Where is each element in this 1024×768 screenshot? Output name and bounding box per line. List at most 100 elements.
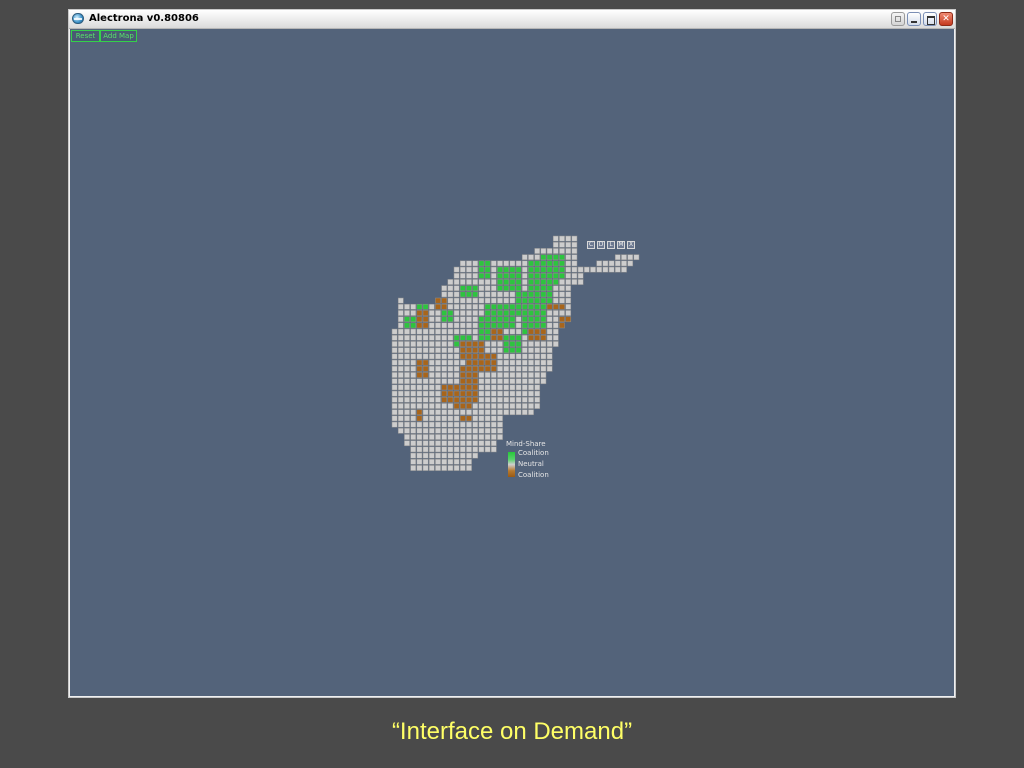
grid-cell-opposition[interactable] [484,359,491,366]
grid-cell-neutral[interactable] [596,260,603,267]
grid-cell-neutral[interactable] [521,334,528,341]
grid-cell-opposition[interactable] [447,384,454,391]
grid-cell-opposition[interactable] [472,384,479,391]
grid-cell-neutral[interactable] [441,440,448,447]
grid-cell-neutral[interactable] [466,303,472,310]
grid-cell-opposition[interactable] [459,372,466,378]
grid-cell-coalition[interactable] [534,291,541,298]
grid-cell-neutral[interactable] [521,359,528,366]
grid-cell-neutral[interactable] [540,353,547,360]
grid-cell-opposition[interactable] [466,365,472,372]
grid-cell-opposition[interactable] [422,365,429,372]
grid-cell-neutral[interactable] [509,384,516,391]
grid-cell-neutral[interactable] [435,452,441,459]
grid-cell-neutral[interactable] [484,415,491,422]
grid-cell-neutral[interactable] [397,316,404,323]
grid-cell-neutral[interactable] [466,458,472,465]
grid-cell-opposition[interactable] [559,316,565,323]
grid-cell-neutral[interactable] [397,334,404,341]
grid-cell-neutral[interactable] [490,384,497,391]
grid-cell-opposition[interactable] [453,390,460,397]
grid-cell-neutral[interactable] [633,254,640,261]
grid-cell-neutral[interactable] [459,458,466,465]
grid-cell-opposition[interactable] [528,328,534,335]
close-button[interactable]: ✕ [939,12,953,26]
grid-cell-coalition[interactable] [447,310,454,316]
grid-cell-neutral[interactable] [515,396,522,403]
grid-cell-coalition[interactable] [484,316,491,323]
grid-cell-neutral[interactable] [435,365,441,372]
grid-cell-neutral[interactable] [490,291,497,298]
grid-cell-neutral[interactable] [435,341,441,347]
grid-cell-neutral[interactable] [521,365,528,372]
grid-cell-coalition[interactable] [528,303,534,310]
grid-cell-neutral[interactable] [441,341,448,347]
grid-cell-neutral[interactable] [540,365,547,372]
grid-cell-neutral[interactable] [472,266,479,273]
grid-cell-neutral[interactable] [534,353,541,360]
grid-cell-neutral[interactable] [528,347,534,354]
grid-cell-opposition[interactable] [478,359,485,366]
grid-cell-neutral[interactable] [391,384,398,391]
grid-cell-neutral[interactable] [478,434,485,440]
grid-cell-neutral[interactable] [416,384,423,391]
grid-cell-coalition[interactable] [515,285,522,292]
grid-cell-neutral[interactable] [478,421,485,428]
grid-cell-coalition[interactable] [540,279,547,285]
grid-cell-neutral[interactable] [447,458,454,465]
grid-cell-neutral[interactable] [484,384,491,391]
grid-cell-neutral[interactable] [472,452,479,459]
grid-cell-neutral[interactable] [497,353,503,360]
grid-cell-neutral[interactable] [472,272,479,279]
grid-cell-coalition[interactable] [497,322,503,329]
grid-cell-neutral[interactable] [621,254,627,261]
grid-cell-neutral[interactable] [410,341,417,347]
grid-cell-neutral[interactable] [422,378,429,385]
grid-cell-neutral[interactable] [466,310,472,316]
grid-cell-opposition[interactable] [459,390,466,397]
grid-cell-neutral[interactable] [435,347,441,354]
grid-cell-coalition[interactable] [546,266,553,273]
grid-cell-opposition[interactable] [422,316,429,323]
grid-cell-neutral[interactable] [404,365,410,372]
grid-cell-neutral[interactable] [416,378,423,385]
grid-cell-neutral[interactable] [546,347,553,354]
grid-cell-neutral[interactable] [565,272,572,279]
grid-cell-neutral[interactable] [571,235,578,242]
grid-cell-coalition[interactable] [515,310,522,316]
grid-cell-coalition[interactable] [478,328,485,335]
grid-cell-neutral[interactable] [509,291,516,298]
grid-cell-neutral[interactable] [459,427,466,434]
grid-cell-coalition[interactable] [521,322,528,329]
grid-cell-neutral[interactable] [528,390,534,397]
grid-cell-neutral[interactable] [428,310,435,316]
grid-cell-neutral[interactable] [428,353,435,360]
grid-cell-neutral[interactable] [441,446,448,453]
grid-cell-neutral[interactable] [608,260,615,267]
grid-cell-neutral[interactable] [435,310,441,316]
grid-cell-coalition[interactable] [484,328,491,335]
grid-cell-neutral[interactable] [410,390,417,397]
grid-cell-neutral[interactable] [546,359,553,366]
grid-cell-neutral[interactable] [441,403,448,409]
grid-cell-neutral[interactable] [521,403,528,409]
grid-cell-coalition[interactable] [528,272,534,279]
grid-cell-neutral[interactable] [391,390,398,397]
grid-cell-neutral[interactable] [466,409,472,416]
grid-cell-neutral[interactable] [435,434,441,440]
grid-cell-neutral[interactable] [435,409,441,416]
grid-cell-neutral[interactable] [428,465,435,471]
grid-cell-neutral[interactable] [441,434,448,440]
grid-cell-neutral[interactable] [478,303,485,310]
grid-cell-coalition[interactable] [503,266,510,273]
grid-cell-neutral[interactable] [410,353,417,360]
grid-cell-opposition[interactable] [484,353,491,360]
grid-cell-neutral[interactable] [503,365,510,372]
grid-cell-neutral[interactable] [428,384,435,391]
grid-cell-neutral[interactable] [441,365,448,372]
grid-cell-opposition[interactable] [416,322,423,329]
grid-cell-neutral[interactable] [391,341,398,347]
grid-cell-neutral[interactable] [397,310,404,316]
grid-cell-neutral[interactable] [490,279,497,285]
grid-cell-neutral[interactable] [428,415,435,422]
